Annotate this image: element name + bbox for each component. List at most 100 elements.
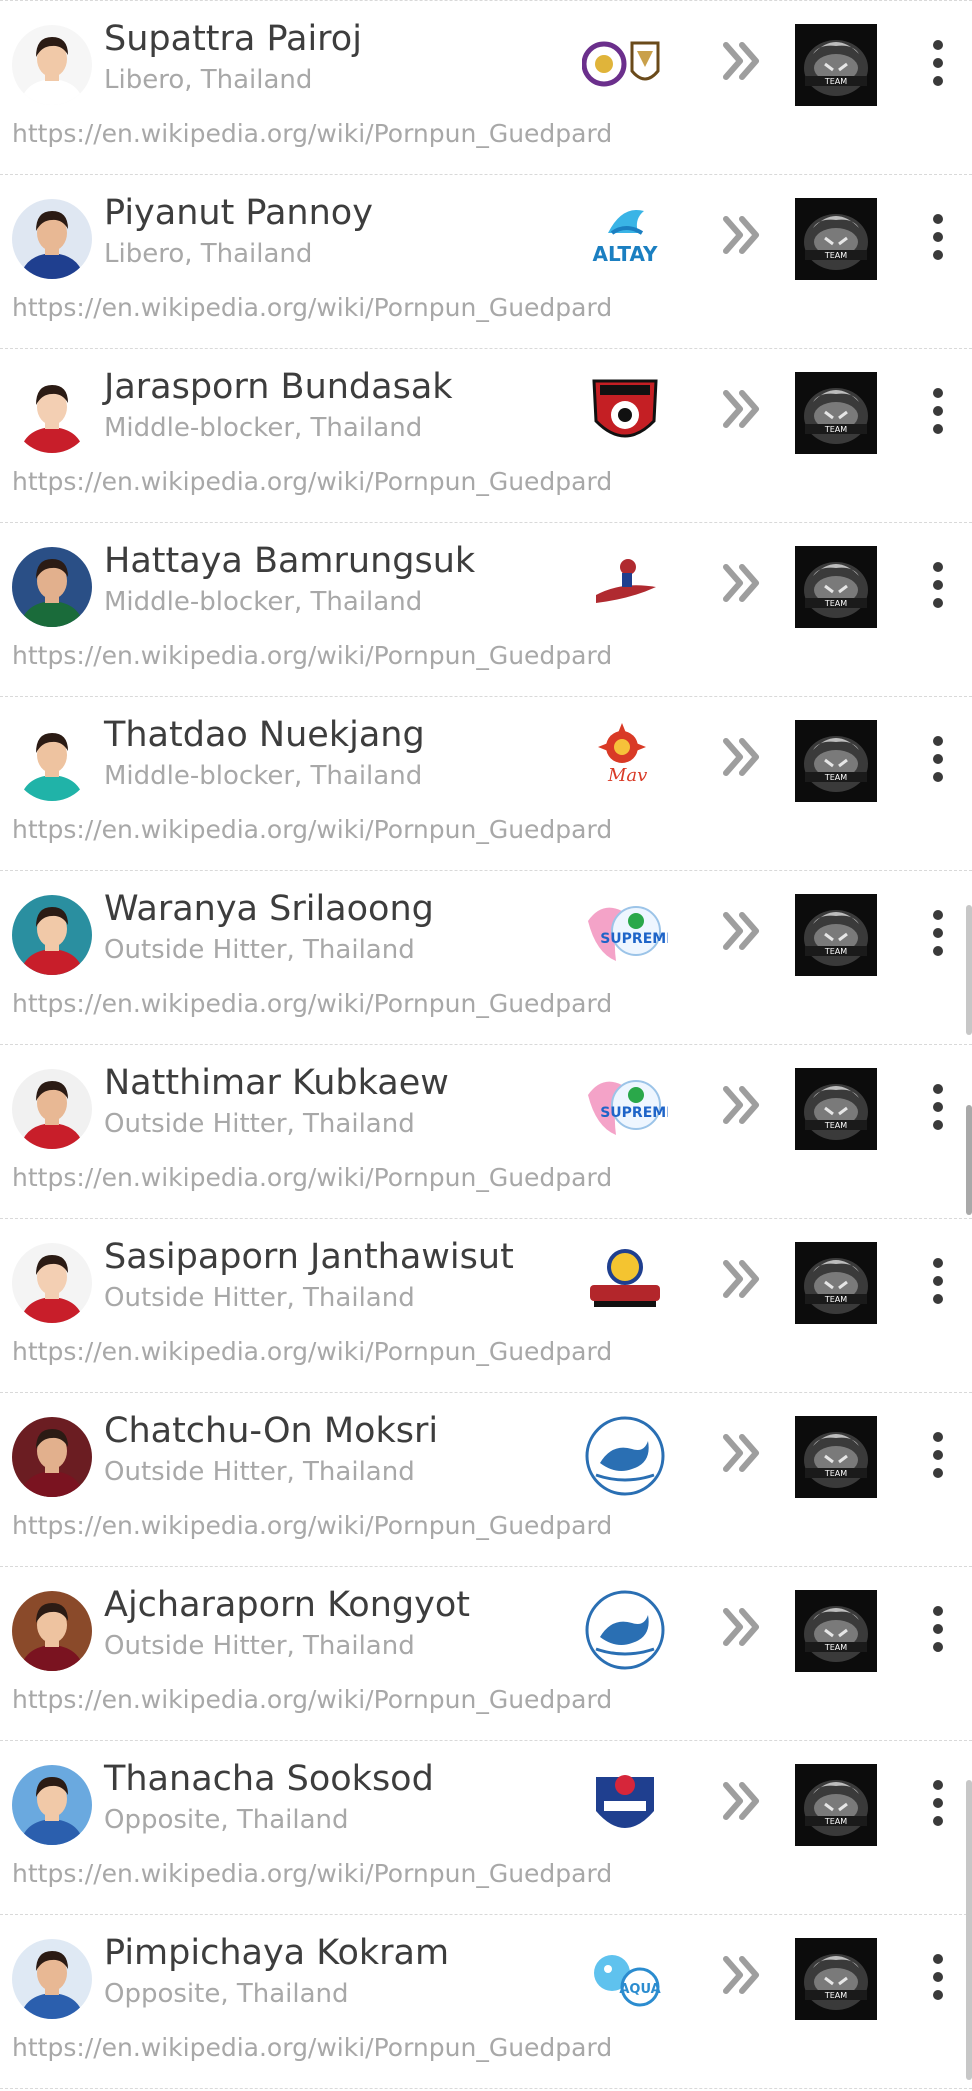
double-chevron-right-icon[interactable] <box>722 1951 762 1999</box>
double-chevron-right-icon[interactable] <box>722 385 762 433</box>
player-position-country: Opposite, Thailand <box>104 1979 349 2009</box>
more-options-icon[interactable] <box>920 559 956 611</box>
team-logo-icon[interactable]: TEAM <box>795 1590 877 1672</box>
double-chevron-right-icon[interactable] <box>722 559 762 607</box>
player-avatar[interactable] <box>12 1591 92 1671</box>
player-name[interactable]: Piyanut Pannoy <box>104 193 373 233</box>
more-options-icon[interactable] <box>920 907 956 959</box>
player-avatar[interactable] <box>12 1939 92 2019</box>
player-row[interactable]: Jarasporn Bundasak Middle-blocker, Thail… <box>0 349 972 523</box>
more-options-icon[interactable] <box>920 37 956 89</box>
player-row[interactable]: Natthimar Kubkaew Outside Hitter, Thaila… <box>0 1045 972 1219</box>
supreme-logo[interactable]: SUPREME <box>582 891 668 977</box>
team-logo-icon[interactable]: TEAM <box>795 198 877 280</box>
more-options-icon[interactable] <box>920 1603 956 1655</box>
scrollbar-thumb[interactable] <box>966 1105 972 1215</box>
karsiyaka-logo[interactable] <box>582 1413 668 1499</box>
player-row[interactable]: Supattra Pairoj Libero, Thailand https:/… <box>0 0 972 175</box>
player-row[interactable]: Thanacha Sooksod Opposite, Thailand http… <box>0 1741 972 1915</box>
player-name[interactable]: Jarasporn Bundasak <box>104 367 453 407</box>
double-chevron-right-icon[interactable] <box>722 1081 762 1129</box>
player-avatar[interactable] <box>12 895 92 975</box>
wiki-link[interactable]: https://en.wikipedia.org/wiki/Pornpun_Gu… <box>12 119 612 148</box>
red-shield-logo[interactable] <box>582 369 668 455</box>
karsiyaka-logo[interactable] <box>582 1587 668 1673</box>
wiki-link[interactable]: https://en.wikipedia.org/wiki/Pornpun_Gu… <box>12 1511 612 1540</box>
player-name[interactable]: Supattra Pairoj <box>104 19 362 59</box>
player-avatar[interactable] <box>12 1243 92 1323</box>
double-chevron-right-icon[interactable] <box>722 907 762 955</box>
player-row[interactable]: Thatdao Nuekjang Middle-blocker, Thailan… <box>0 697 972 871</box>
wiki-link[interactable]: https://en.wikipedia.org/wiki/Pornpun_Gu… <box>12 2033 612 2062</box>
player-avatar[interactable] <box>12 1069 92 1149</box>
player-name[interactable]: Chatchu-On Moksri <box>104 1411 438 1451</box>
player-avatar[interactable] <box>12 373 92 453</box>
player-name[interactable]: Waranya Srilaoong <box>104 889 434 929</box>
beximco-logo[interactable] <box>582 1239 668 1325</box>
player-name[interactable]: Ajcharaporn Kongyot <box>104 1585 470 1625</box>
player-row[interactable]: Pimpichaya Kokram Opposite, Thailand htt… <box>0 1915 972 2089</box>
more-options-icon[interactable] <box>920 385 956 437</box>
wiki-link[interactable]: https://en.wikipedia.org/wiki/Pornpun_Gu… <box>12 1163 612 1192</box>
hipass-logo[interactable] <box>582 1761 668 1847</box>
player-name[interactable]: Sasipaporn Janthawisut <box>104 1237 514 1277</box>
wiki-link[interactable]: https://en.wikipedia.org/wiki/Pornpun_Gu… <box>12 1685 612 1714</box>
player-name[interactable]: Thatdao Nuekjang <box>104 715 425 755</box>
scrollbar-lower[interactable] <box>966 1780 972 2080</box>
wiki-link[interactable]: https://en.wikipedia.org/wiki/Pornpun_Gu… <box>12 989 612 1018</box>
supreme-logo[interactable]: SUPREME <box>582 1065 668 1151</box>
olympians-logo[interactable] <box>582 543 668 629</box>
more-options-icon[interactable] <box>920 1951 956 2003</box>
player-row[interactable]: Hattaya Bamrungsuk Middle-blocker, Thail… <box>0 523 972 697</box>
team-logo-icon[interactable]: TEAM <box>795 720 877 802</box>
more-options-icon[interactable] <box>920 733 956 785</box>
player-name[interactable]: Hattaya Bamrungsuk <box>104 541 475 581</box>
team-logo-icon[interactable]: TEAM <box>795 894 877 976</box>
player-name[interactable]: Natthimar Kubkaew <box>104 1063 449 1103</box>
team-logo-icon[interactable]: TEAM <box>795 1764 877 1846</box>
altay-logo[interactable]: ALTAY <box>582 195 668 281</box>
double-chevron-right-icon[interactable] <box>722 37 762 85</box>
aqua-logo[interactable]: AQUA <box>582 1935 668 2021</box>
double-chevron-right-icon[interactable] <box>722 733 762 781</box>
wiki-link[interactable]: https://en.wikipedia.org/wiki/Pornpun_Gu… <box>12 1337 612 1366</box>
player-row[interactable]: Sasipaporn Janthawisut Outside Hitter, T… <box>0 1219 972 1393</box>
player-row[interactable]: Piyanut Pannoy Libero, Thailand https://… <box>0 175 972 349</box>
wiki-link[interactable]: https://en.wikipedia.org/wiki/Pornpun_Gu… <box>12 815 612 844</box>
team-logo-icon[interactable]: TEAM <box>795 1416 877 1498</box>
double-chevron-right-icon[interactable] <box>722 1255 762 1303</box>
team-logo-icon[interactable]: TEAM <box>795 24 877 106</box>
player-avatar[interactable] <box>12 547 92 627</box>
player-name[interactable]: Thanacha Sooksod <box>104 1759 434 1799</box>
scrollbar-upper[interactable] <box>966 905 972 1035</box>
double-chevron-right-icon[interactable] <box>722 1777 762 1825</box>
wiki-link[interactable]: https://en.wikipedia.org/wiki/Pornpun_Gu… <box>12 1859 612 1888</box>
more-options-icon[interactable] <box>920 1777 956 1829</box>
player-row[interactable]: Chatchu-On Moksri Outside Hitter, Thaila… <box>0 1393 972 1567</box>
player-avatar[interactable] <box>12 1765 92 1845</box>
more-options-icon[interactable] <box>920 1081 956 1133</box>
player-name[interactable]: Pimpichaya Kokram <box>104 1933 449 1973</box>
player-avatar[interactable] <box>12 199 92 279</box>
player-avatar[interactable] <box>12 25 92 105</box>
double-chevron-right-icon[interactable] <box>722 1429 762 1477</box>
player-avatar[interactable] <box>12 721 92 801</box>
double-chevron-right-icon[interactable] <box>722 211 762 259</box>
mavericks-logo[interactable]: Mav <box>582 717 668 803</box>
more-options-icon[interactable] <box>920 1429 956 1481</box>
double-chevron-right-icon[interactable] <box>722 1603 762 1651</box>
team-logo-icon[interactable]: TEAM <box>795 1938 877 2020</box>
two-crests-logo[interactable] <box>582 21 668 107</box>
team-logo-icon[interactable]: TEAM <box>795 1068 877 1150</box>
more-options-icon[interactable] <box>920 1255 956 1307</box>
wiki-link[interactable]: https://en.wikipedia.org/wiki/Pornpun_Gu… <box>12 467 612 496</box>
more-options-icon[interactable] <box>920 211 956 263</box>
player-row[interactable]: Ajcharaporn Kongyot Outside Hitter, Thai… <box>0 1567 972 1741</box>
team-logo-icon[interactable]: TEAM <box>795 372 877 454</box>
team-logo-icon[interactable]: TEAM <box>795 546 877 628</box>
wiki-link[interactable]: https://en.wikipedia.org/wiki/Pornpun_Gu… <box>12 293 612 322</box>
player-avatar[interactable] <box>12 1417 92 1497</box>
player-row[interactable]: Waranya Srilaoong Outside Hitter, Thaila… <box>0 871 972 1045</box>
team-logo-icon[interactable]: TEAM <box>795 1242 877 1324</box>
wiki-link[interactable]: https://en.wikipedia.org/wiki/Pornpun_Gu… <box>12 641 612 670</box>
